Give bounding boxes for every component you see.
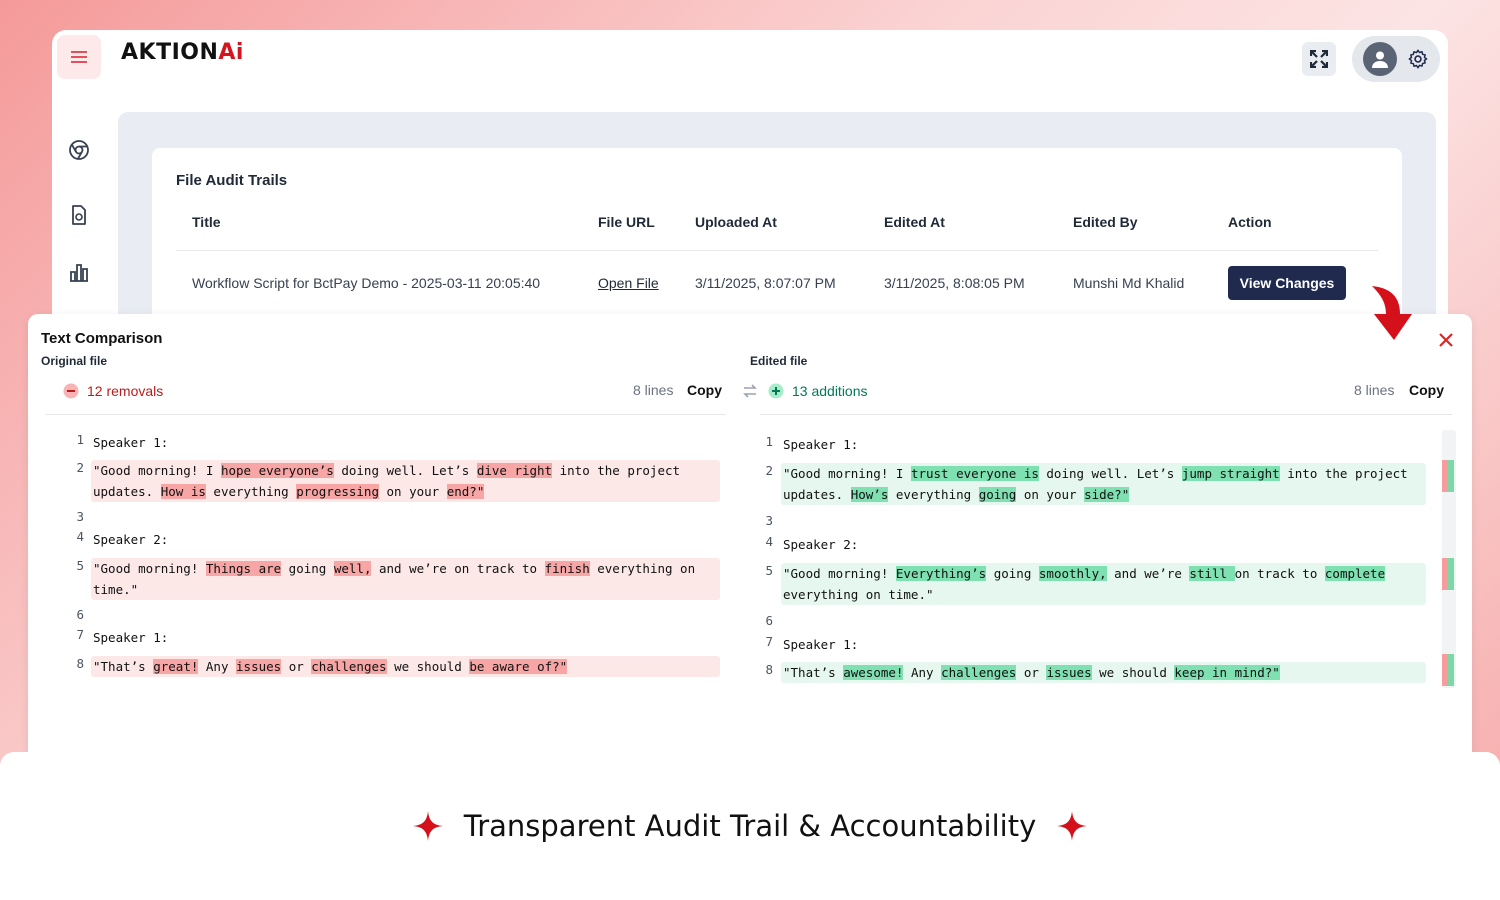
original-line-5: "Good morning! Things are going well, an… bbox=[91, 558, 720, 600]
line-number: 6 bbox=[765, 613, 773, 628]
edited-line-8: "That’s awesome! Any challenges or issue… bbox=[781, 662, 1426, 683]
line-number: 5 bbox=[765, 563, 773, 578]
sparkle-icon bbox=[412, 811, 443, 841]
additions-count: 13 additions bbox=[792, 383, 868, 399]
original-line-8: "That’s great! Any issues or challenges … bbox=[91, 656, 720, 677]
copy-original-button[interactable]: Copy bbox=[687, 382, 722, 398]
logo-ai: Ai bbox=[218, 40, 244, 65]
minus-circle-icon bbox=[63, 383, 79, 399]
original-line-4: Speaker 2: bbox=[93, 532, 169, 547]
avatar[interactable] bbox=[1363, 42, 1397, 76]
hamburger-icon bbox=[71, 51, 87, 63]
removals-summary: 12 removals bbox=[63, 380, 163, 402]
line-number: 2 bbox=[765, 463, 773, 478]
original-line-count: 8 lines bbox=[633, 382, 674, 398]
fullscreen-button[interactable] bbox=[1302, 42, 1336, 76]
brand-logo: AKTIONAi bbox=[121, 40, 244, 65]
footer-banner: Transparent Audit Trail & Accountability bbox=[0, 752, 1500, 900]
line-number: 1 bbox=[76, 432, 84, 447]
document-icon[interactable] bbox=[68, 204, 90, 226]
row-title: Workflow Script for BctPay Demo - 2025-0… bbox=[192, 275, 541, 291]
menu-button[interactable] bbox=[57, 35, 101, 79]
line-number: 6 bbox=[76, 607, 84, 622]
col-header-action: Action bbox=[1228, 214, 1272, 230]
swap-icon[interactable] bbox=[742, 384, 758, 398]
original-file-label: Original file bbox=[41, 354, 108, 368]
original-divider bbox=[46, 414, 726, 415]
minimap-change-marker bbox=[1442, 558, 1454, 590]
original-line-7: Speaker 1: bbox=[93, 630, 169, 645]
removals-count: 12 removals bbox=[87, 383, 164, 399]
col-header-edited-by: Edited By bbox=[1073, 214, 1138, 230]
minimap-change-marker bbox=[1442, 654, 1454, 686]
open-file-link[interactable]: Open File bbox=[598, 275, 659, 291]
col-header-uploaded-at: Uploaded At bbox=[695, 214, 777, 230]
close-icon[interactable] bbox=[1438, 332, 1454, 348]
original-line-2: "Good morning! I hope everyone’s doing w… bbox=[91, 460, 720, 502]
header-divider bbox=[176, 250, 1378, 251]
pointer-arrow-icon bbox=[1372, 286, 1412, 340]
line-number: 7 bbox=[76, 627, 84, 642]
text-comparison-modal: Text Comparison Original file 12 removal… bbox=[28, 314, 1472, 764]
edited-line-2: "Good morning! I trust everyone is doing… bbox=[781, 463, 1426, 505]
minimap-change-marker bbox=[1442, 460, 1454, 492]
line-number: 8 bbox=[765, 662, 773, 677]
chrome-icon[interactable] bbox=[68, 139, 90, 161]
card-title: File Audit Trails bbox=[176, 172, 288, 189]
row-edited-by: Munshi Md Khalid bbox=[1073, 275, 1185, 291]
edited-divider bbox=[760, 414, 1452, 415]
tagline: Transparent Audit Trail & Accountability bbox=[463, 809, 1037, 843]
line-number: 5 bbox=[76, 558, 84, 573]
row-uploaded-at: 3/11/2025, 8:07:07 PM bbox=[695, 275, 836, 291]
line-number: 4 bbox=[765, 534, 773, 549]
line-number: 7 bbox=[765, 634, 773, 649]
gear-icon[interactable] bbox=[1407, 48, 1429, 70]
col-header-edited-at: Edited At bbox=[884, 214, 945, 230]
line-number: 8 bbox=[76, 656, 84, 671]
user-menu[interactable] bbox=[1352, 36, 1440, 82]
user-icon bbox=[1372, 51, 1388, 68]
copy-edited-button[interactable]: Copy bbox=[1409, 382, 1444, 398]
edited-line-count: 8 lines bbox=[1354, 382, 1395, 398]
sparkle-icon bbox=[1057, 811, 1088, 841]
bar-chart-icon[interactable] bbox=[68, 261, 90, 283]
view-changes-button[interactable]: View Changes bbox=[1228, 266, 1346, 300]
line-number: 2 bbox=[76, 460, 84, 475]
expand-icon bbox=[1310, 50, 1328, 68]
row-edited-at: 3/11/2025, 8:08:05 PM bbox=[884, 275, 1025, 291]
logo-text: AKTION bbox=[121, 40, 219, 65]
edited-line-4: Speaker 2: bbox=[783, 537, 859, 552]
col-header-title: Title bbox=[192, 214, 221, 230]
additions-summary: 13 additions bbox=[742, 380, 868, 402]
original-line-1: Speaker 1: bbox=[93, 435, 169, 450]
line-number: 4 bbox=[76, 529, 84, 544]
edited-file-label: Edited file bbox=[750, 354, 808, 368]
edited-line-5: "Good morning! Everything’s going smooth… bbox=[781, 563, 1426, 605]
line-number: 3 bbox=[76, 509, 84, 524]
edited-line-7: Speaker 1: bbox=[783, 637, 859, 652]
edited-line-1: Speaker 1: bbox=[783, 437, 859, 452]
col-header-file-url: File URL bbox=[598, 214, 655, 230]
modal-title: Text Comparison bbox=[41, 330, 163, 347]
line-number: 1 bbox=[765, 434, 773, 449]
diff-minimap[interactable] bbox=[1442, 430, 1456, 688]
plus-circle-icon bbox=[768, 383, 784, 399]
line-number: 3 bbox=[765, 513, 773, 528]
